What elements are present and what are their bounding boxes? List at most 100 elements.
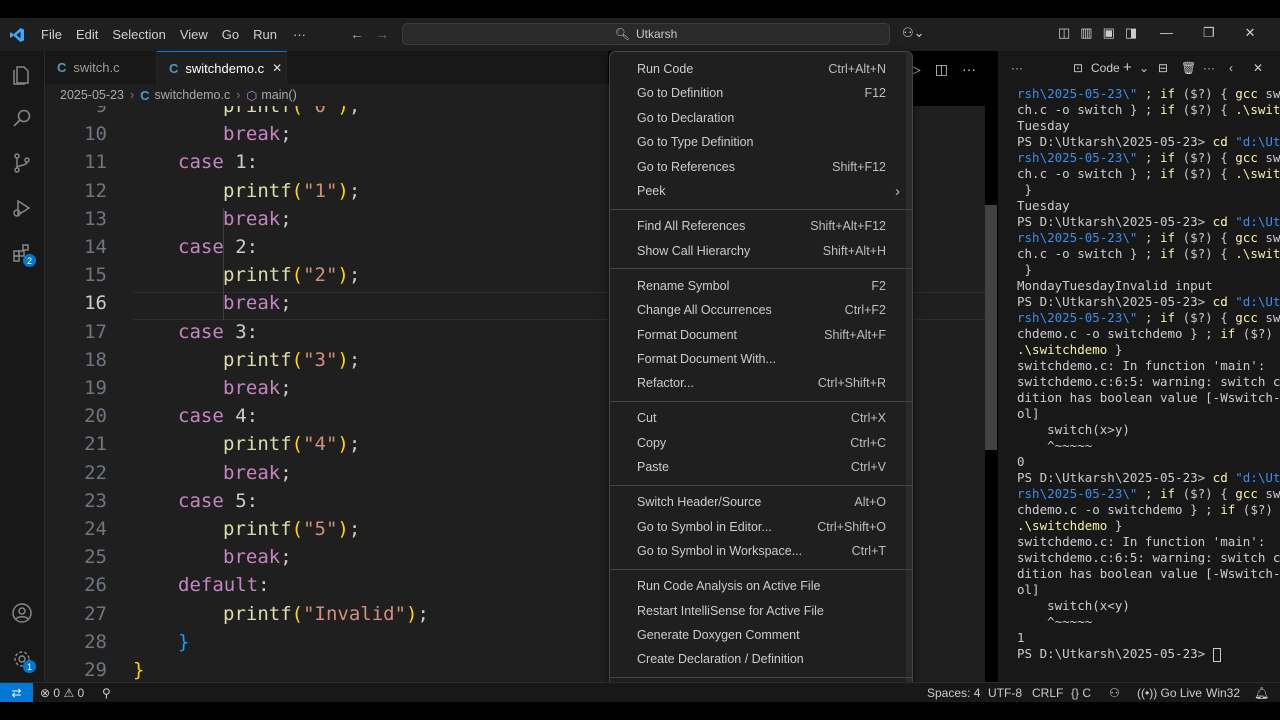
- menu-more-button[interactable]: ···: [284, 27, 315, 42]
- search-view-icon[interactable]: [8, 105, 36, 133]
- terminal-name[interactable]: Code: [1091, 61, 1120, 75]
- context-menu-item[interactable]: Show Call Hierarchy Shift+Alt+H: [614, 239, 908, 263]
- go-live-status[interactable]: ((•)) Go Live: [1137, 686, 1202, 700]
- menu-view[interactable]: View: [173, 27, 215, 42]
- context-menu-item[interactable]: Peek ›: [614, 179, 908, 203]
- eol-status[interactable]: CRLF: [1032, 686, 1063, 700]
- menu-edit[interactable]: Edit: [69, 27, 105, 42]
- context-menu-item[interactable]: Go to Declaration: [614, 106, 908, 130]
- ports-icon[interactable]: ⚲: [102, 686, 111, 700]
- editor-more-icon[interactable]: ···: [962, 61, 976, 77]
- tab-close-icon[interactable]: ✕: [272, 61, 282, 75]
- notifications-bell-icon[interactable]: 🔔︎: [1254, 686, 1269, 700]
- explorer-icon[interactable]: [8, 61, 36, 89]
- new-terminal-icon[interactable]: +: [1123, 59, 1132, 76]
- context-menu-item[interactable]: Go to References Shift+F12: [614, 155, 908, 179]
- split-editor-icon[interactable]: ◫: [935, 61, 948, 78]
- context-menu-item[interactable]: Switch Header/Source Alt+O: [614, 490, 908, 514]
- minimize-icon[interactable]: —: [1160, 25, 1173, 41]
- context-menu-item[interactable]: Rename Symbol F2: [614, 274, 908, 298]
- context-menu-item[interactable]: Go to Symbol in Editor... Ctrl+Shift+O: [614, 515, 908, 539]
- context-menu-item[interactable]: Format Document Shift+Alt+F: [614, 323, 908, 347]
- context-menu-item[interactable]: Go to Type Definition: [614, 130, 908, 154]
- code-token: "5": [303, 518, 338, 540]
- breadcrumb-symbol[interactable]: main(): [261, 88, 296, 102]
- copilot-icon[interactable]: ⚇⌄: [902, 25, 925, 41]
- terminal-text: PS D:\Utkarsh\2025-05-23>: [1017, 134, 1213, 149]
- title-bar: File Edit Selection View Go Run ··· ← → 🔍︎ Ut…: [0, 18, 1280, 51]
- terminal-text: ch.c -o switch } ;: [1017, 102, 1160, 117]
- context-menu-item[interactable]: Restart IntelliSense for Active File: [614, 599, 908, 623]
- terminal-text: ol]: [1017, 582, 1040, 597]
- context-menu-item[interactable]: Refactor... Ctrl+Shift+R: [614, 371, 908, 395]
- menu-run[interactable]: Run: [246, 27, 284, 42]
- terminal-text: rsh\2025-05-23\": [1017, 230, 1138, 245]
- toggle-secondary-icon[interactable]: ▥: [1080, 25, 1092, 41]
- context-menu-item[interactable]: Copy Ctrl+C: [614, 431, 908, 455]
- terminal-text: if: [1160, 310, 1176, 325]
- code-text: case 4:: [178, 402, 258, 430]
- context-menu-item[interactable]: Paste Ctrl+V: [614, 455, 908, 479]
- restore-icon[interactable]: ❐: [1203, 25, 1215, 41]
- code-token: case: [178, 151, 224, 174]
- tab-switchdemo-c[interactable]: C switchdemo.c ✕: [157, 51, 287, 84]
- code-token: printf: [223, 602, 292, 625]
- toggle-panel-icon[interactable]: ▣: [1103, 25, 1115, 41]
- copilot-status-icon[interactable]: ⚇: [1109, 686, 1120, 700]
- errors-indicator[interactable]: ⊗ 0 ⚠ 0: [40, 686, 84, 700]
- context-menu-item[interactable]: Go to Definition F12: [614, 81, 908, 105]
- remote-indicator-icon[interactable]: ⇄: [0, 683, 33, 703]
- context-menu-item[interactable]: Go to Symbol in Workspace... Ctrl+T: [614, 539, 908, 563]
- toggle-sidebar-icon[interactable]: ◫: [1058, 25, 1070, 41]
- language-status[interactable]: {} C: [1071, 686, 1091, 700]
- editor-scrollbar[interactable]: [985, 205, 997, 450]
- menu-file[interactable]: File: [34, 27, 69, 42]
- account-icon[interactable]: [8, 599, 36, 627]
- toggle-auxbar-icon[interactable]: ◨: [1125, 25, 1137, 41]
- encoding-status[interactable]: UTF-8: [988, 686, 1022, 700]
- panel-more-icon[interactable]: ···: [1011, 61, 1023, 75]
- context-menu-item[interactable]: Find All References Shift+Alt+F12: [614, 214, 908, 238]
- menu-item-label: Refactor...: [637, 376, 694, 391]
- source-control-icon[interactable]: [8, 149, 36, 177]
- settings-gear-icon[interactable]: 1: [8, 645, 36, 673]
- back-arrow-icon[interactable]: ←: [350, 26, 364, 42]
- context-menu-item[interactable]: Generate Doxygen Comment: [614, 623, 908, 647]
- code-token: case: [178, 489, 224, 512]
- terminal-line: Tuesday: [1017, 118, 1279, 134]
- context-menu-item[interactable]: Cut Ctrl+X: [614, 406, 908, 430]
- menu-item-shortcut: F2: [871, 278, 886, 293]
- terminal-text: swit: [1265, 486, 1280, 501]
- breadcrumb-separator: ›: [236, 88, 241, 102]
- terminal-dropdown-icon[interactable]: ⌄: [1139, 61, 1149, 75]
- context-menu-item[interactable]: Run Code Ctrl+Alt+N: [614, 57, 908, 81]
- run-debug-icon[interactable]: [8, 194, 36, 222]
- terminal-output[interactable]: rsh\2025-05-23\" ; if ($?) { gcc switch.…: [1017, 86, 1280, 662]
- context-menu-item[interactable]: Create Declaration / Definition: [614, 647, 908, 671]
- indentation-status[interactable]: Spaces: 4: [927, 686, 980, 700]
- context-menu-item[interactable]: Format Document With...: [614, 347, 908, 371]
- chevron-left-icon[interactable]: ‹: [1229, 61, 1233, 75]
- line-number: 20: [84, 405, 107, 428]
- line-number: 10: [84, 123, 107, 146]
- terminal-text: chdemo.c -o switchdemo } ;: [1017, 326, 1221, 341]
- trash-icon[interactable]: 🗑︎: [1181, 61, 1196, 75]
- menu-selection[interactable]: Selection: [105, 27, 172, 42]
- breadcrumb-folder[interactable]: 2025-05-23: [60, 88, 124, 102]
- code-token: case: [178, 236, 224, 258]
- panel-more-icon[interactable]: ···: [1203, 61, 1215, 75]
- tab-switch-c[interactable]: C switch.c: [45, 51, 157, 84]
- breadcrumb-file[interactable]: switchdemo.c: [155, 88, 231, 102]
- extensions-icon[interactable]: 2: [8, 239, 36, 267]
- context-menu-item[interactable]: Run Code Analysis on Active File: [614, 574, 908, 598]
- terminal-text: if: [1160, 102, 1176, 117]
- split-terminal-icon[interactable]: ⊟: [1158, 61, 1168, 75]
- close-window-icon[interactable]: ✕: [1245, 25, 1256, 41]
- menu-go[interactable]: Go: [215, 27, 246, 42]
- forward-arrow-icon[interactable]: →: [375, 26, 389, 42]
- command-center-search[interactable]: 🔍︎ Utkarsh: [402, 23, 890, 45]
- close-panel-icon[interactable]: ✕: [1253, 61, 1263, 75]
- platform-status[interactable]: Win32: [1206, 686, 1240, 700]
- code-token: "0": [303, 106, 338, 117]
- context-menu-item[interactable]: Change All Occurrences Ctrl+F2: [614, 298, 908, 322]
